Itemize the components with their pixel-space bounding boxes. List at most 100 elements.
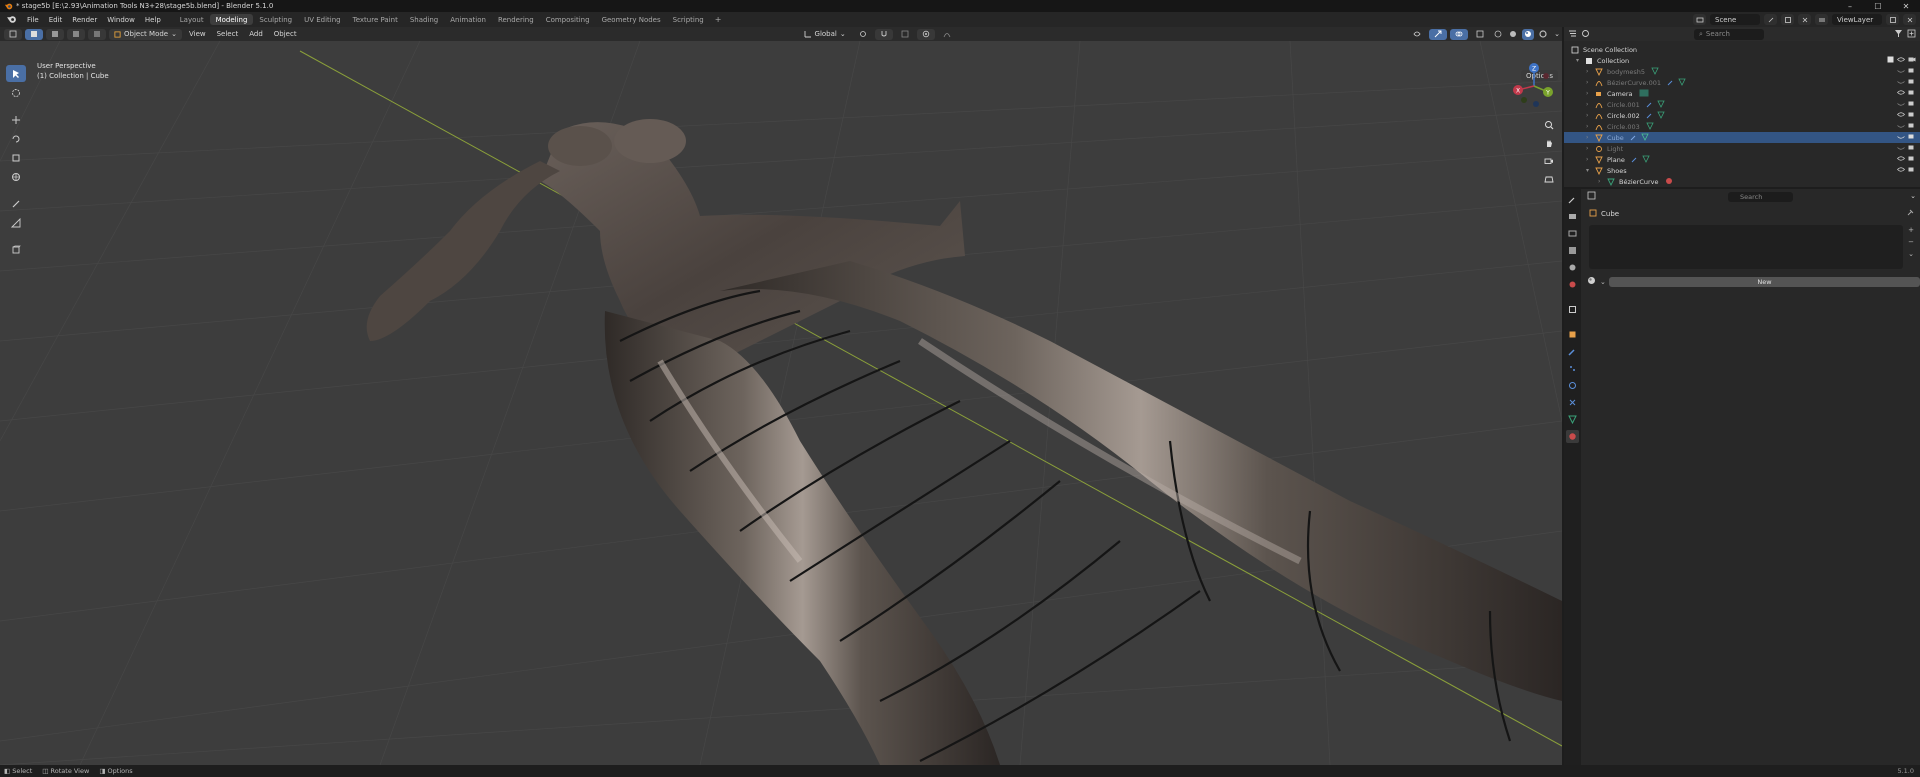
wireframe-shading-icon[interactable] xyxy=(1492,29,1504,40)
rotate-tool-icon[interactable] xyxy=(6,130,26,147)
tab-rendering[interactable]: Rendering xyxy=(492,14,540,25)
expand-arrow-icon[interactable]: ▾ xyxy=(1576,57,1584,64)
transform-tool-icon[interactable] xyxy=(6,168,26,185)
shading-options-icon[interactable]: ⌄ xyxy=(1552,29,1562,40)
tab-uv-editing[interactable]: UV Editing xyxy=(298,14,347,25)
add-workspace-button[interactable]: + xyxy=(710,15,727,24)
outliner-row-bodymesh5[interactable]: › bodymesh5 xyxy=(1564,66,1920,77)
close-button[interactable]: ✕ xyxy=(1892,0,1920,12)
menu-select[interactable]: Select xyxy=(213,29,243,40)
constraints-tab-icon[interactable] xyxy=(1566,396,1579,409)
outliner-editor-icon[interactable] xyxy=(1568,29,1577,40)
eye-icon[interactable] xyxy=(1897,166,1905,175)
view-layer-icon[interactable] xyxy=(1815,14,1828,25)
eye-icon[interactable] xyxy=(1897,111,1905,120)
move-tool-icon[interactable] xyxy=(6,111,26,128)
render-camera-icon[interactable] xyxy=(1908,56,1916,65)
expand-arrow-icon[interactable]: › xyxy=(1586,123,1594,130)
expand-arrow-icon[interactable]: › xyxy=(1586,145,1594,152)
material-tab-icon[interactable] xyxy=(1566,430,1579,443)
select-extend-icon[interactable] xyxy=(46,28,64,40)
minimize-button[interactable]: – xyxy=(1836,0,1864,12)
expand-arrow-icon[interactable]: › xyxy=(1586,101,1594,108)
new-scene-icon[interactable] xyxy=(1781,14,1794,25)
tab-texture-paint[interactable]: Texture Paint xyxy=(347,14,404,25)
outliner-row-beziercurve-001[interactable]: › BézierCurve.001 xyxy=(1564,77,1920,88)
editor-type-icon[interactable] xyxy=(4,28,22,40)
pan-hand-icon[interactable] xyxy=(1540,135,1557,151)
render-camera-icon[interactable] xyxy=(1908,67,1916,76)
zoom-icon[interactable] xyxy=(1540,117,1557,133)
eye-icon[interactable] xyxy=(1897,89,1905,98)
camera-view-icon[interactable] xyxy=(1540,153,1557,169)
menu-edit[interactable]: Edit xyxy=(44,12,68,27)
outliner-row-collection[interactable]: ▾ Collection xyxy=(1564,55,1920,66)
outliner-row-beziercurve[interactable]: › BézierCurve xyxy=(1564,176,1920,187)
outliner-row-cube[interactable]: › Cube xyxy=(1564,132,1920,143)
pin-scene-icon[interactable] xyxy=(1764,14,1777,25)
menu-render[interactable]: Render xyxy=(67,12,102,27)
render-camera-icon[interactable] xyxy=(1908,133,1916,142)
snap-icon[interactable] xyxy=(874,28,893,40)
falloff-icon[interactable] xyxy=(938,29,956,40)
collection-tab-icon[interactable] xyxy=(1566,303,1579,316)
rendered-shading-icon[interactable] xyxy=(1537,29,1549,40)
outliner-row-circle-003[interactable]: › Circle.003 xyxy=(1564,121,1920,132)
render-tab-icon[interactable] xyxy=(1566,210,1579,223)
menu-add[interactable]: Add xyxy=(245,29,267,40)
add-cube-tool-icon[interactable] xyxy=(6,241,26,258)
eye-icon[interactable] xyxy=(1897,155,1905,164)
object-visibility-icon[interactable] xyxy=(1408,29,1426,40)
eye-icon[interactable] xyxy=(1897,67,1905,76)
add-material-slot-button[interactable]: + xyxy=(1906,225,1916,235)
expand-arrow-icon[interactable]: › xyxy=(1586,79,1594,86)
expand-arrow-icon[interactable]: › xyxy=(1586,68,1594,75)
expand-arrow-icon[interactable]: › xyxy=(1598,178,1606,185)
render-camera-icon[interactable] xyxy=(1908,111,1916,120)
render-camera-icon[interactable] xyxy=(1908,89,1916,98)
menu-file[interactable]: File xyxy=(22,12,44,27)
render-camera-icon[interactable] xyxy=(1908,100,1916,109)
outliner-row-light[interactable]: › Light xyxy=(1564,143,1920,154)
tab-geometry-nodes[interactable]: Geometry Nodes xyxy=(596,14,667,25)
render-camera-icon[interactable] xyxy=(1908,155,1916,164)
properties-search-field[interactable]: Search xyxy=(1728,192,1793,202)
output-tab-icon[interactable] xyxy=(1566,227,1579,240)
tab-scripting[interactable]: Scripting xyxy=(667,14,710,25)
object-tab-icon[interactable] xyxy=(1566,328,1579,341)
scene-tab-icon[interactable] xyxy=(1566,261,1579,274)
select-box-icon[interactable] xyxy=(25,28,43,40)
navigation-gizmo[interactable]: Z Y X xyxy=(1510,62,1558,110)
properties-options-icon[interactable]: ⌄ xyxy=(1910,192,1916,200)
tab-compositing[interactable]: Compositing xyxy=(540,14,596,25)
select-subtract-icon[interactable] xyxy=(67,28,85,40)
render-camera-icon[interactable] xyxy=(1908,78,1916,87)
render-camera-icon[interactable] xyxy=(1908,122,1916,131)
scale-tool-icon[interactable] xyxy=(6,149,26,166)
xray-toggle-icon[interactable] xyxy=(1471,29,1489,40)
perspective-toggle-icon[interactable] xyxy=(1540,171,1557,187)
expand-arrow-icon[interactable]: › xyxy=(1586,112,1594,119)
material-browse-icon[interactable] xyxy=(1587,276,1597,287)
display-mode-icon[interactable] xyxy=(1581,29,1590,40)
menu-window[interactable]: Window xyxy=(102,12,140,27)
expand-arrow-icon[interactable]: › xyxy=(1586,90,1594,97)
eye-icon[interactable] xyxy=(1897,144,1905,153)
3d-viewport[interactable]: Object Mode ⌄ View Select Add Object Glo… xyxy=(0,27,1562,765)
eye-icon[interactable] xyxy=(1897,133,1905,142)
expand-arrow-icon[interactable]: › xyxy=(1586,134,1594,141)
blender-menu-icon[interactable] xyxy=(4,13,18,27)
remove-material-slot-button[interactable]: − xyxy=(1906,237,1916,247)
outliner-row-scene-collection[interactable]: Scene Collection xyxy=(1564,44,1920,55)
particles-tab-icon[interactable] xyxy=(1566,362,1579,375)
tab-modeling[interactable]: Modeling xyxy=(209,14,254,25)
show-overlays-icon[interactable] xyxy=(1450,28,1469,40)
menu-help[interactable]: Help xyxy=(140,12,166,27)
scene-selector[interactable]: Scene xyxy=(1710,14,1760,25)
transform-orientation-dropdown[interactable]: Global ⌄ xyxy=(799,29,851,40)
outliner-row-shoes[interactable]: ▾ Shoes xyxy=(1564,165,1920,176)
material-specials-icon[interactable]: ⌄ xyxy=(1906,249,1916,259)
pin-icon[interactable] xyxy=(1906,209,1914,219)
eye-icon[interactable] xyxy=(1897,78,1905,87)
snap-target-icon[interactable] xyxy=(896,29,914,40)
